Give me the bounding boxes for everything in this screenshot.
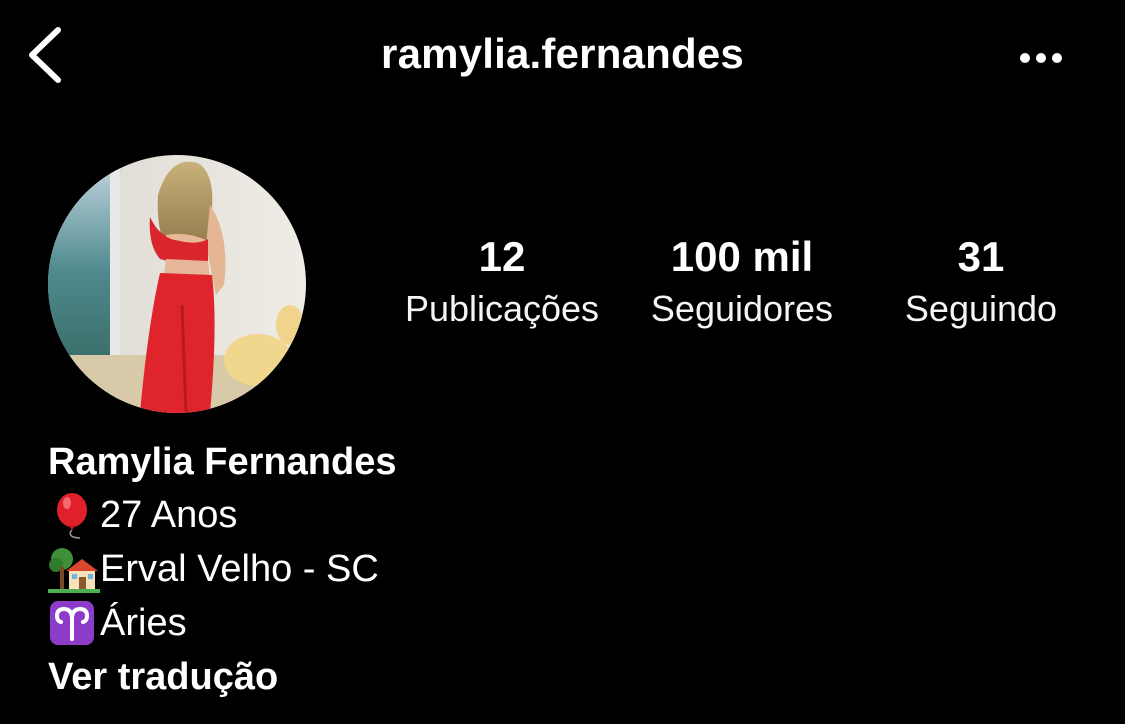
following-label: Seguindo	[904, 288, 1058, 329]
sign-text: Áries	[100, 602, 187, 644]
profile-header: ramylia.fernandes	[0, 0, 1125, 115]
posts-stat[interactable]: 12 Publicações	[380, 230, 624, 334]
age-text: 27 Anos	[100, 494, 238, 536]
profile-bio: Ramylia Fernandes 27 Anos Erval Velho - …	[48, 436, 748, 704]
house-with-garden-icon	[48, 545, 100, 593]
more-options-button[interactable]	[1010, 40, 1072, 76]
following-stat[interactable]: 31 Seguindo	[870, 230, 1092, 334]
avatar[interactable]	[48, 155, 306, 413]
bio-age-line: 27 Anos	[48, 488, 748, 542]
location-text: Erval Velho - SC	[100, 548, 379, 590]
see-translation-link[interactable]: Ver tradução	[48, 650, 748, 704]
more-horizontal-icon	[1020, 53, 1062, 63]
bio-sign-line: Áries	[48, 596, 748, 650]
following-count: 31	[957, 233, 1005, 280]
bio-location-line: Erval Velho - SC	[48, 542, 748, 596]
followers-stat[interactable]: 100 mil Seguidores	[630, 230, 854, 334]
balloon-icon	[48, 491, 100, 539]
full-name: Ramylia Fernandes	[48, 441, 397, 483]
posts-label: Publicações	[404, 288, 600, 329]
profile-photo	[48, 155, 306, 413]
profile-stats: 12 Publicações 100 mil Seguidores 31 Seg…	[380, 230, 1100, 340]
posts-count: 12	[478, 233, 526, 280]
aries-icon	[48, 599, 100, 647]
followers-label: Seguidores	[650, 288, 834, 329]
followers-count: 100 mil	[670, 233, 814, 280]
profile-username: ramylia.fernandes	[381, 30, 744, 77]
